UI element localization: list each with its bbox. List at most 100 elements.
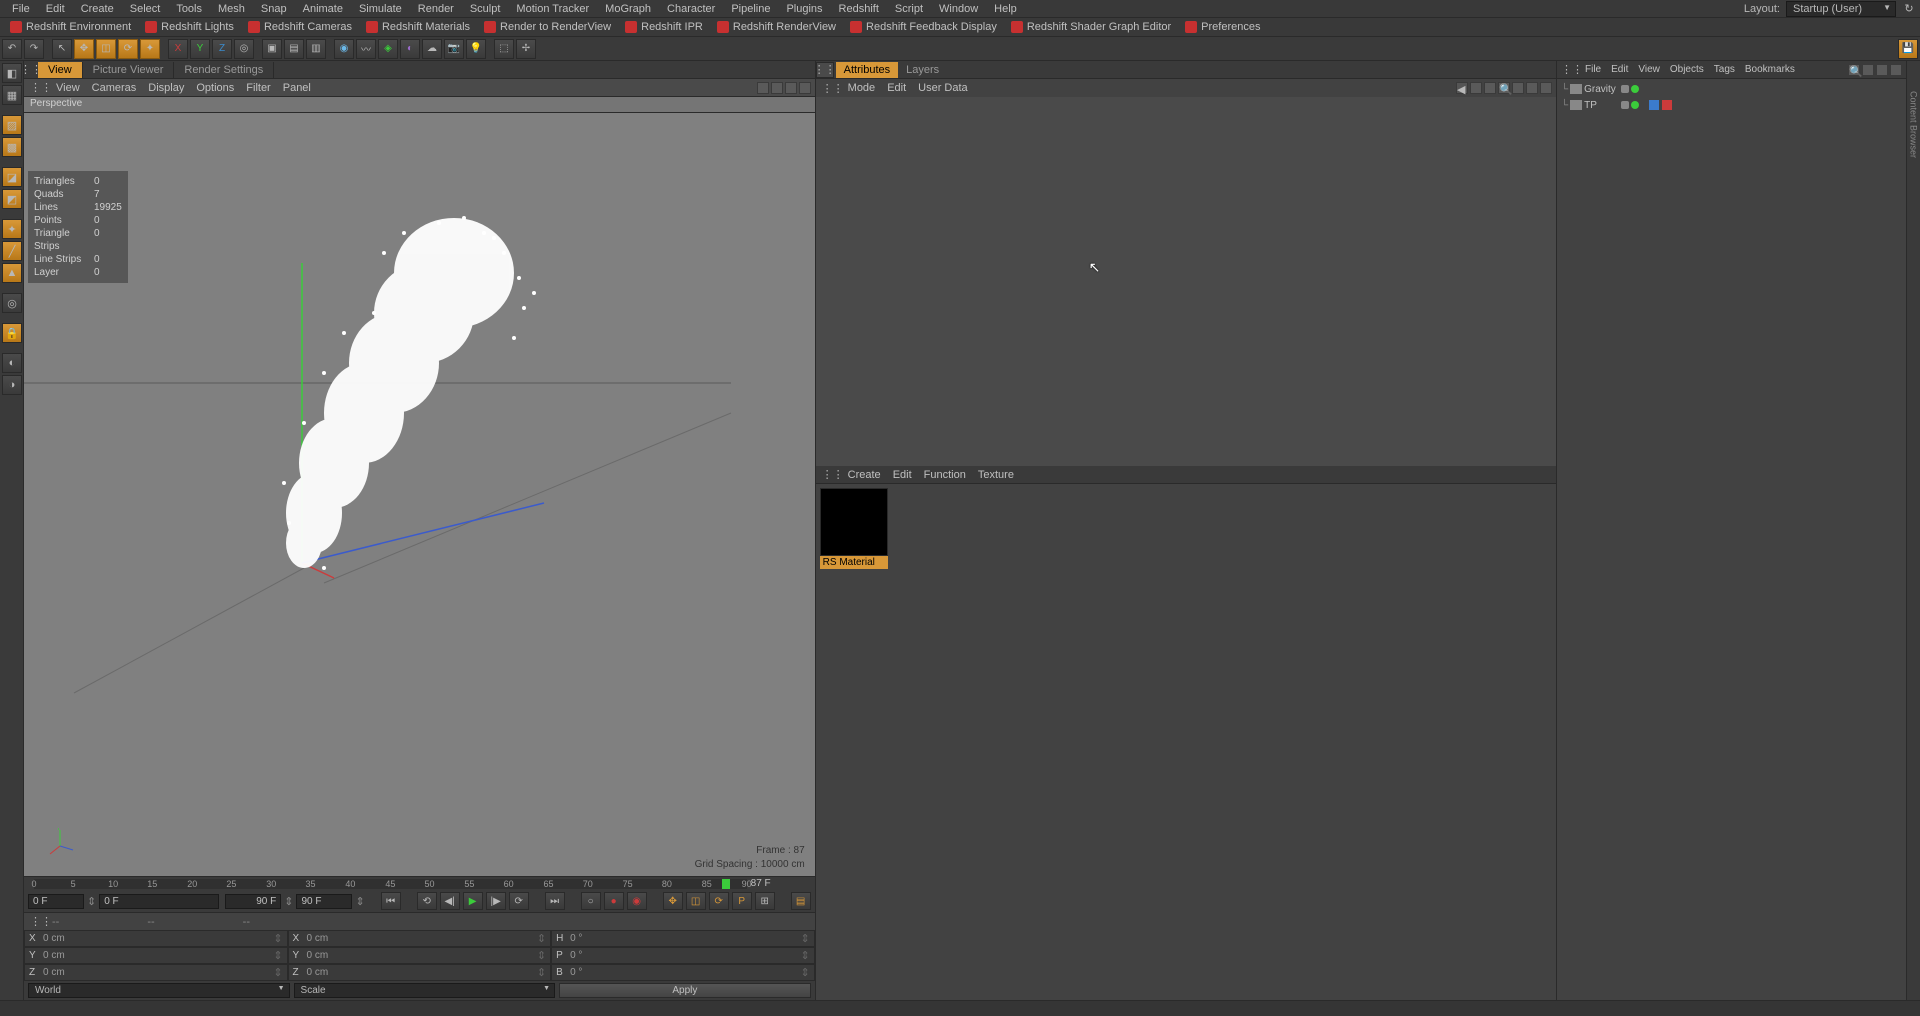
record-button[interactable]: ● (604, 892, 624, 910)
vp-menu-cameras[interactable]: Cameras (92, 82, 137, 94)
layout-dropdown[interactable]: Startup (User) (1786, 1, 1896, 17)
coord-y-size[interactable]: Y0 cm⇕ (288, 947, 552, 964)
viewport-render-button[interactable]: ◑ (2, 375, 22, 395)
menu-window[interactable]: Window (931, 1, 986, 17)
attr-up-icon[interactable] (1484, 82, 1496, 94)
obj-menu-edit[interactable]: Edit (1611, 64, 1628, 75)
menu-pipeline[interactable]: Pipeline (723, 1, 778, 17)
workplane-button[interactable]: ▩ (2, 137, 22, 157)
obj-eye-icon[interactable] (1890, 64, 1902, 76)
select-tool[interactable]: ↖ (52, 39, 72, 59)
menu-character[interactable]: Character (659, 1, 723, 17)
rs-lights-tab[interactable]: Redshift Lights (139, 20, 240, 34)
nav-pan-icon[interactable] (757, 82, 769, 94)
vp-menu-filter[interactable]: Filter (246, 82, 270, 94)
coord-h-rot[interactable]: H0 °⇕ (551, 930, 815, 947)
menu-render[interactable]: Render (410, 1, 462, 17)
rs-prefs-tab[interactable]: Preferences (1179, 20, 1266, 34)
go-start-button[interactable]: ⏮ (381, 892, 401, 910)
grip-icon[interactable]: ⋮⋮ (24, 63, 38, 76)
loop-fwd-button[interactable]: ⟳ (509, 892, 529, 910)
attributes-body[interactable]: ↖ (816, 97, 1556, 466)
rs-materials-tab[interactable]: Redshift Materials (360, 20, 476, 34)
coord-y-pos[interactable]: Y0 cm⇕ (24, 947, 288, 964)
primitive-button[interactable]: ◉ (334, 39, 354, 59)
autokey-button[interactable]: ◉ (627, 892, 647, 910)
grip-icon[interactable]: ⋮⋮ (30, 81, 44, 94)
menu-mesh[interactable]: Mesh (210, 1, 253, 17)
menu-animate[interactable]: Animate (295, 1, 351, 17)
environment-button[interactable]: ☁ (422, 39, 442, 59)
coord-b-rot[interactable]: B0 °⇕ (551, 964, 815, 981)
cur-frame-input[interactable] (99, 894, 219, 909)
menu-edit[interactable]: Edit (38, 1, 73, 17)
enable-dot-icon[interactable] (1631, 101, 1639, 109)
material-label[interactable]: RS Material (820, 556, 888, 569)
content-browser-label[interactable]: Content Browser (1909, 91, 1919, 158)
tag-icon[interactable] (1649, 100, 1659, 110)
layer-dot-icon[interactable] (1621, 85, 1629, 93)
coord-p-rot[interactable]: P0 °⇕ (551, 947, 815, 964)
redo-button[interactable]: ↷ (24, 39, 44, 59)
generator-button[interactable]: ◈ (378, 39, 398, 59)
obj-filter-icon[interactable] (1876, 64, 1888, 76)
attr-new-icon[interactable] (1540, 82, 1552, 94)
material-item[interactable]: RS Material (820, 488, 888, 569)
key-pos-button[interactable]: ✥ (663, 892, 683, 910)
obj-menu-tags[interactable]: Tags (1714, 64, 1735, 75)
points-button[interactable]: ✦ (2, 219, 22, 239)
menu-select[interactable]: Select (122, 1, 169, 17)
camera-button[interactable]: 📷 (444, 39, 464, 59)
menu-simulate[interactable]: Simulate (351, 1, 410, 17)
viewport-solo-button[interactable]: ◐ (2, 353, 22, 373)
step-back-button[interactable]: ◀| (440, 892, 460, 910)
attr-menu-mode[interactable]: Mode (848, 82, 876, 94)
spline-button[interactable]: 〰 (356, 39, 376, 59)
obj-menu-file[interactable]: File (1585, 64, 1601, 75)
light-button[interactable]: 💡 (466, 39, 486, 59)
obj-menu-view[interactable]: View (1638, 64, 1660, 75)
tree-item-tp[interactable]: └TP (1559, 97, 1619, 113)
particle-button[interactable]: ✢ (516, 39, 536, 59)
coord-x-size[interactable]: X0 cm⇕ (288, 930, 552, 947)
attr-home-icon[interactable] (1512, 82, 1524, 94)
coord-z-size[interactable]: Z0 cm⇕ (288, 964, 552, 981)
enable-dot-icon[interactable] (1631, 85, 1639, 93)
layer-dot-icon[interactable] (1621, 101, 1629, 109)
menu-help[interactable]: Help (986, 1, 1025, 17)
render-region-button[interactable]: ▤ (284, 39, 304, 59)
grip-icon[interactable]: ⋮⋮ (1561, 63, 1575, 76)
rotate-tool[interactable]: ⟳ (118, 39, 138, 59)
move-tool[interactable]: ✥ (74, 39, 94, 59)
obj-search-icon[interactable]: 🔍 (1848, 64, 1860, 76)
vp-menu-options[interactable]: Options (196, 82, 234, 94)
lock-button[interactable]: 🔒 (2, 323, 22, 343)
grip-icon[interactable]: ⋮⋮ (816, 62, 834, 78)
attr-menu-edit[interactable]: Edit (887, 82, 906, 94)
obj-menu-objects[interactable]: Objects (1670, 64, 1704, 75)
world-axis-button[interactable]: ◎ (234, 39, 254, 59)
nav-max-icon[interactable] (799, 82, 811, 94)
obj-menu-bookmarks[interactable]: Bookmarks (1745, 64, 1795, 75)
object-tree-body[interactable]: └Gravity └TP (1557, 79, 1906, 1000)
end-frame-input[interactable] (225, 894, 281, 909)
vp-menu-display[interactable]: Display (148, 82, 184, 94)
loop-button[interactable]: ⟲ (417, 892, 437, 910)
rs-env-tab[interactable]: Redshift Environment (4, 20, 137, 34)
mograph-button[interactable]: ⬚ (494, 39, 514, 59)
z-axis-button[interactable]: Z (212, 39, 232, 59)
record-off-button[interactable]: ○ (581, 892, 601, 910)
rs-shader-tab[interactable]: Redshift Shader Graph Editor (1005, 20, 1177, 34)
view-tab-render-settings[interactable]: Render Settings (174, 62, 274, 78)
deformer-button[interactable]: ◐ (400, 39, 420, 59)
timeline[interactable]: 0 5 10 15 20 25 30 35 40 45 50 55 60 65 … (24, 876, 815, 890)
axis-button[interactable]: ◩ (2, 189, 22, 209)
rs-cameras-tab[interactable]: Redshift Cameras (242, 20, 358, 34)
timeline-view-button[interactable]: ▤ (791, 892, 811, 910)
key-rot-button[interactable]: ⟳ (709, 892, 729, 910)
y-axis-button[interactable]: Y (190, 39, 210, 59)
recent-tool[interactable]: ✦ (140, 39, 160, 59)
refresh-icon[interactable]: ↻ (1902, 2, 1916, 16)
attr-fwd-icon[interactable] (1470, 82, 1482, 94)
model-mode-button[interactable]: ▦ (2, 85, 22, 105)
